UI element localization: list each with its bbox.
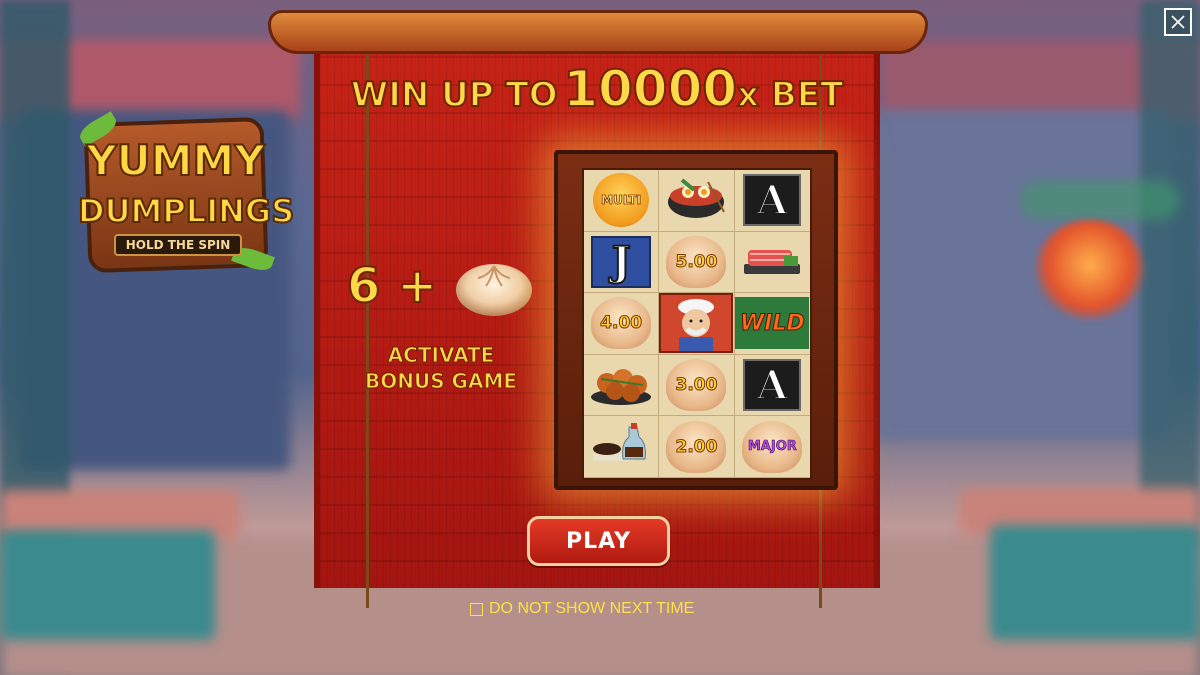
do-not-show-checkbox[interactable] <box>470 602 483 616</box>
background-bench-right <box>990 525 1200 640</box>
banner-top-beam <box>268 10 928 54</box>
takoyaki-icon <box>589 357 653 413</box>
multi-symbol: MULTI <box>593 173 650 228</box>
dumpling-icon <box>456 264 532 316</box>
dumpling-value-symbol: 2.00 <box>666 420 727 473</box>
reel-grid: MULTI A J 5.00 4.00 WILD 3.00 A 2.00 MAJOR <box>582 168 812 480</box>
background-bench-left <box>0 530 215 640</box>
win-headline: WIN UP TO 10000x BET <box>314 59 880 119</box>
banner-rope-left <box>366 48 369 608</box>
do-not-show-label: DO NOT SHOW NEXT TIME <box>489 600 695 617</box>
banner-edge-right <box>874 48 880 588</box>
logo-title-line1: YUMMY <box>85 135 266 186</box>
reel-cell: 4.00 <box>584 293 660 355</box>
logo-subtitle: HOLD THE SPIN <box>114 234 242 256</box>
background-branch <box>1020 180 1180 220</box>
close-button[interactable] <box>1164 8 1192 36</box>
reel-cell: MAJOR <box>734 416 810 478</box>
reel-cell: A <box>734 355 810 417</box>
game-logo: YUMMY DUMPLINGS HOLD THE SPIN <box>76 110 295 280</box>
reel-cell: A <box>734 170 810 232</box>
letter-a-symbol: A <box>743 174 802 227</box>
bonus-count: 6 + <box>346 257 438 315</box>
reel-cell <box>584 354 660 417</box>
wild-symbol: WILD <box>735 297 810 350</box>
logo-title-line2: DUMPLINGS <box>77 191 295 231</box>
close-icon <box>1171 15 1185 29</box>
activate-line2: BONUS GAME <box>364 369 518 394</box>
headline-prefix: WIN UP TO <box>350 74 559 116</box>
letter-a-symbol: A <box>743 359 802 412</box>
banner-edge-left <box>314 48 320 588</box>
dumpling-value-symbol: 3.00 <box>666 359 727 412</box>
reel-cell <box>734 232 810 294</box>
do-not-show-toggle[interactable]: DO NOT SHOW NEXT TIME <box>470 600 694 618</box>
activate-bonus-text: ACTIVATE BONUS GAME <box>355 342 527 394</box>
reel-cell: J <box>584 231 660 294</box>
lantern-icon <box>1035 220 1145 320</box>
reel-cell <box>584 416 660 478</box>
reel-cell: 3.00 <box>659 354 735 417</box>
activate-line1: ACTIVATE <box>387 343 495 368</box>
headline-amount: 10000 <box>562 59 738 119</box>
reel-cell <box>659 293 735 355</box>
reel-cell: 2.00 <box>659 416 735 478</box>
major-jackpot-symbol: MAJOR <box>742 420 803 473</box>
reel-cell: 5.00 <box>659 231 735 294</box>
chef-icon <box>659 293 734 354</box>
reel-cell: WILD <box>734 293 810 355</box>
soy-sauce-icon <box>589 419 653 475</box>
play-button[interactable]: PLAY <box>527 516 670 566</box>
noodle-bowl-icon <box>664 172 728 228</box>
headline-suffix: x BET <box>736 74 844 116</box>
dumpling-value-symbol: 5.00 <box>666 235 727 288</box>
dumpling-value-symbol: 4.00 <box>591 297 652 350</box>
reel-cell <box>659 170 735 232</box>
sushi-icon <box>740 234 804 290</box>
letter-j-symbol: J <box>591 235 652 288</box>
reel-cell: MULTI <box>584 170 660 232</box>
